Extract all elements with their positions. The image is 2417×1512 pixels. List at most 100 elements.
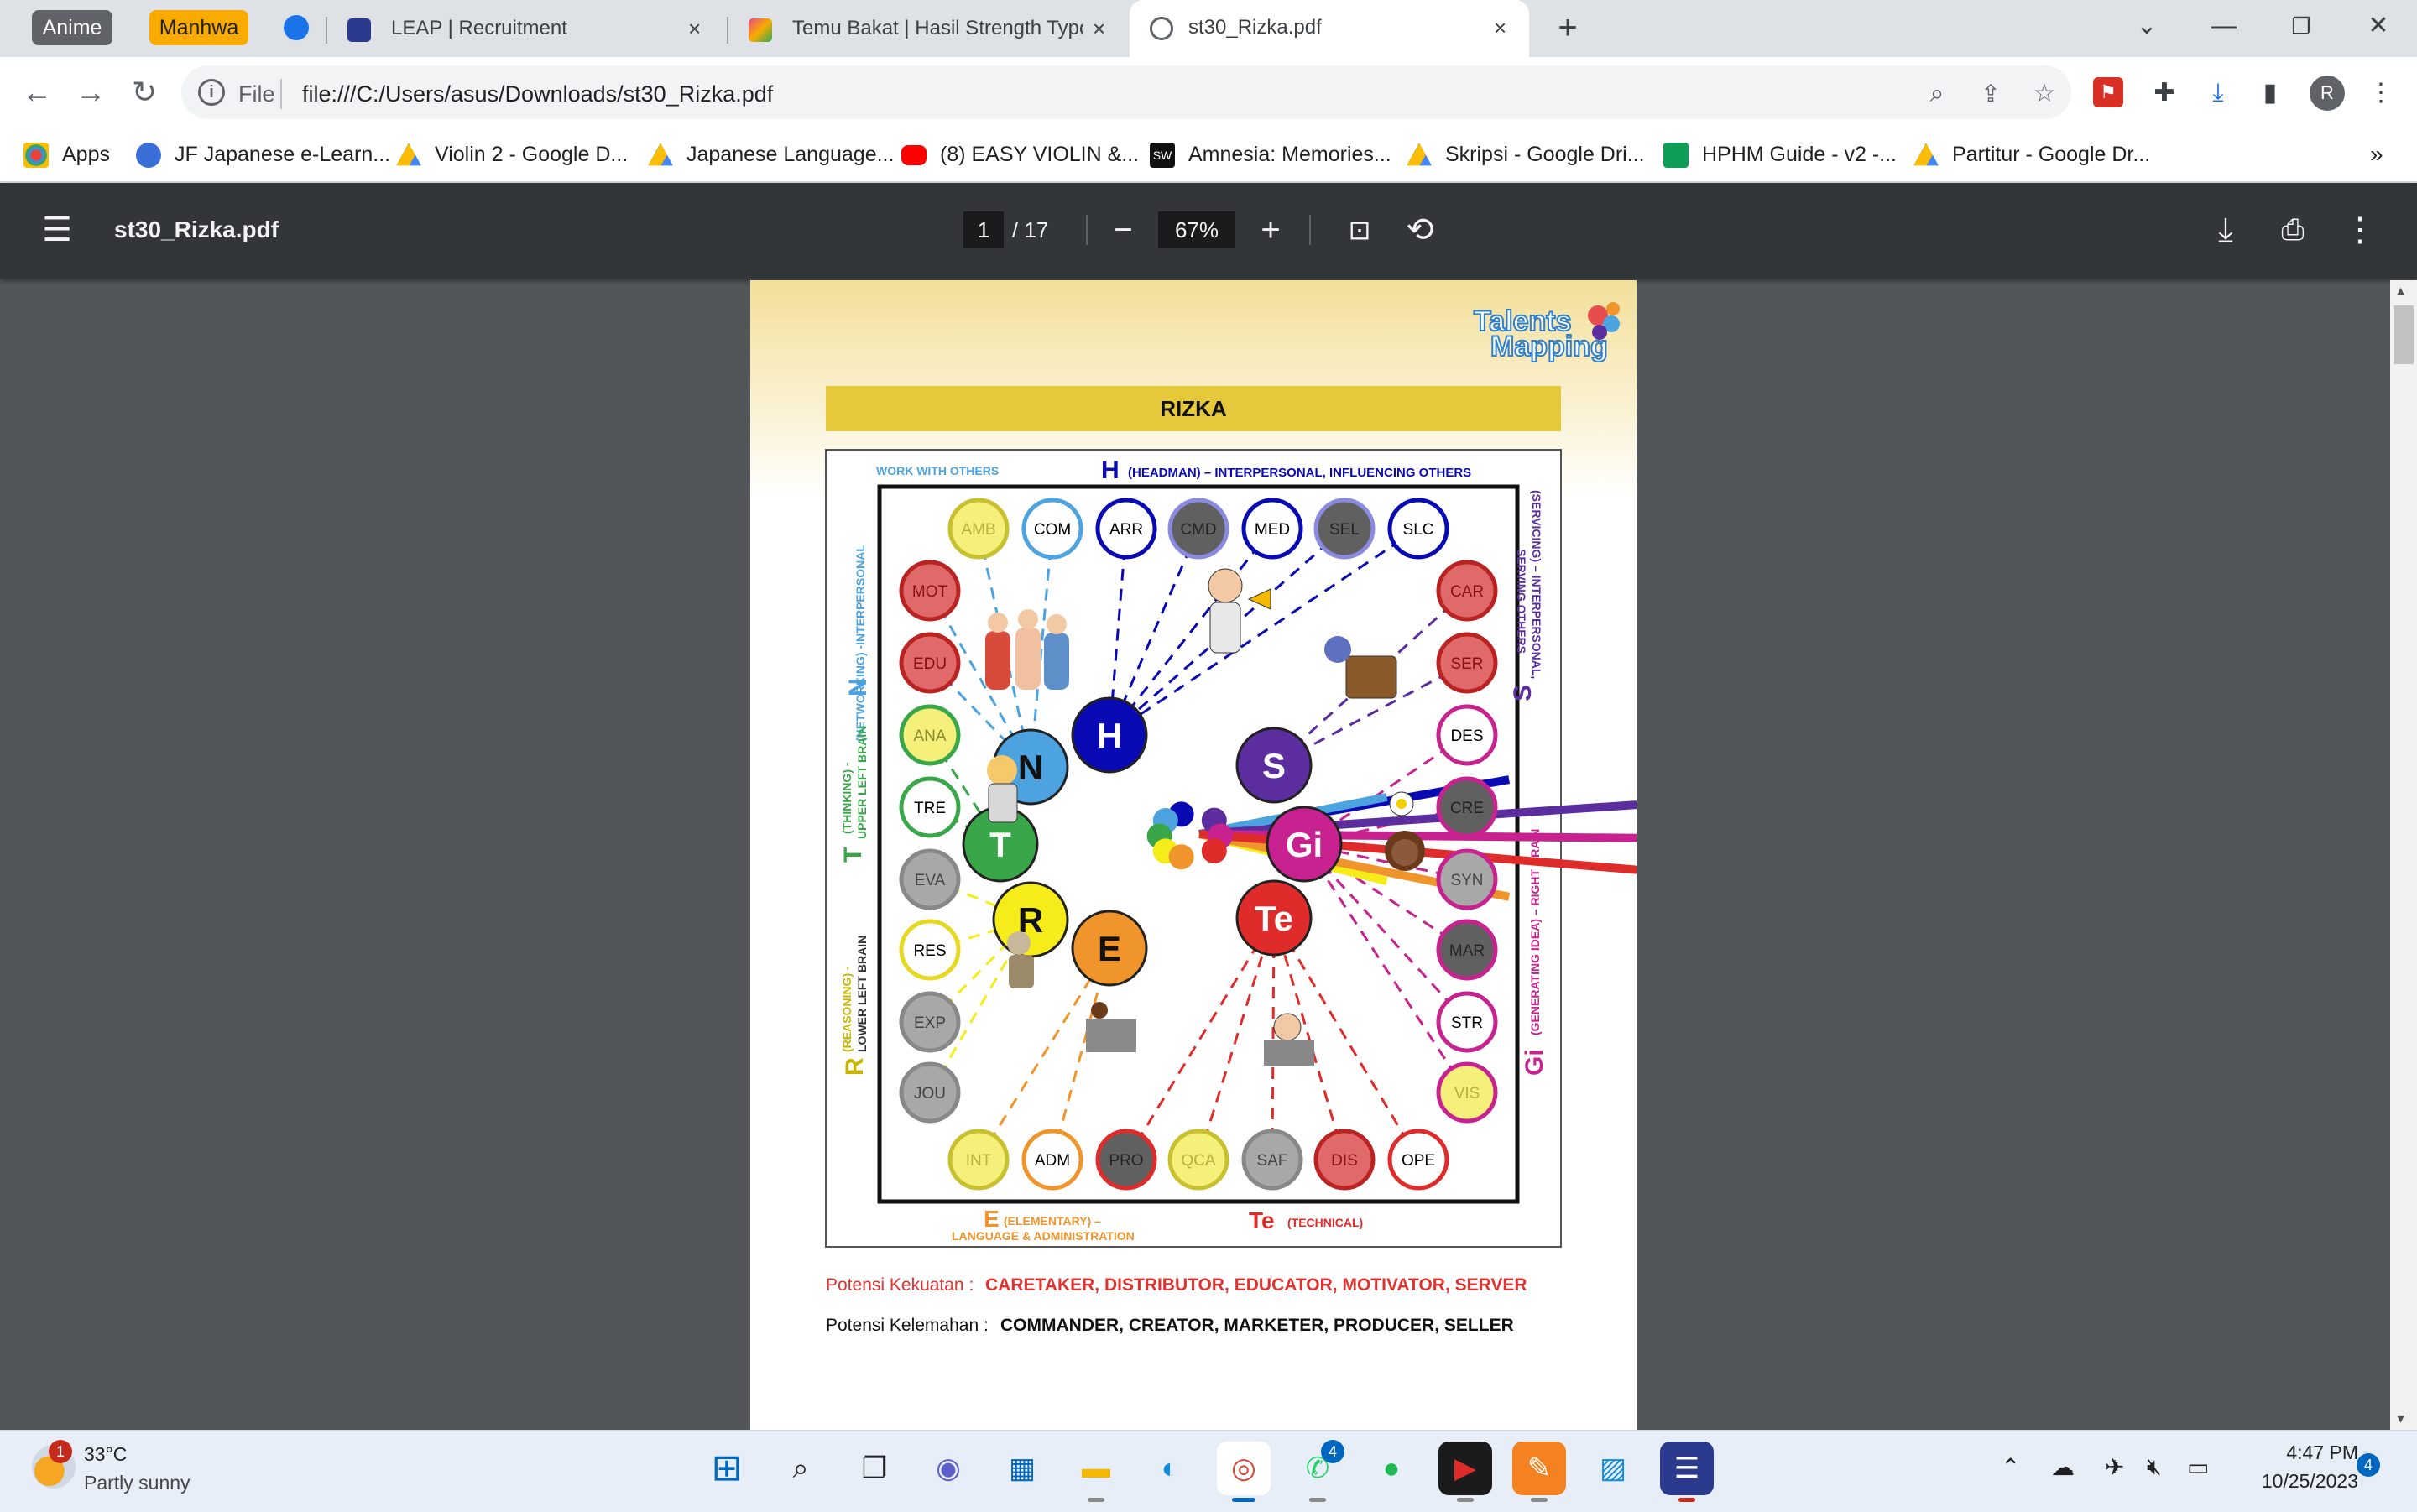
file-explorer-icon[interactable]: ▬ — [1069, 1442, 1123, 1502]
scroll-up-arrow[interactable]: ▴ — [2397, 282, 2404, 300]
download-icon[interactable]: ⤓ — [2199, 74, 2237, 112]
zoom-input[interactable]: 67% — [1158, 211, 1235, 248]
typology-label: COM — [1034, 521, 1071, 539]
tab-label: LEAP | Recruitment — [391, 17, 567, 39]
onedrive-cloud-icon[interactable]: ☁ — [2051, 1453, 2075, 1481]
tab-close-button[interactable]: × — [1093, 7, 1105, 50]
zoom-in-button[interactable]: + — [1245, 205, 1296, 255]
restore-button[interactable]: ❐ — [2276, 7, 2326, 45]
typology-label: SYN — [1450, 872, 1483, 889]
share-icon[interactable]: ⇪ — [1974, 77, 2007, 111]
app-icon[interactable]: ☰ — [1660, 1442, 1714, 1502]
bookmark-jf[interactable]: JF Japanese e-Learn... — [136, 138, 390, 171]
fit-page-icon[interactable]: ⊡ — [1334, 205, 1385, 255]
bookmark-japanese[interactable]: Japanese Language... — [648, 138, 894, 171]
bookmark-partitur[interactable]: Partitur - Google Dr... — [1913, 138, 2150, 171]
clock-date[interactable]: 10/25/2023 — [2224, 1470, 2358, 1493]
label-work-with-others: WORK WITH OTHERS — [876, 464, 999, 477]
windows-start-icon[interactable]: ⊞ — [700, 1442, 754, 1495]
microsoft-store-icon[interactable]: ▦ — [995, 1442, 1049, 1495]
scroll-down-arrow[interactable]: ▾ — [2397, 1410, 2404, 1427]
bookmark-apps[interactable]: Apps — [23, 138, 110, 171]
tab-active-pdf[interactable]: st30_Rizka.pdf × — [1130, 0, 1529, 57]
edge-icon[interactable]: ◐ — [1143, 1442, 1197, 1495]
pdf-more-icon[interactable]: ⋮ — [2335, 205, 2385, 255]
bookmark-violin[interactable]: Violin 2 - Google D... — [396, 138, 628, 171]
side-panel-icon[interactable]: ▮ — [2251, 74, 2289, 112]
battery-icon[interactable]: ▭ — [2187, 1453, 2209, 1481]
illustration-group-people — [985, 609, 1069, 690]
menu-kebab-icon[interactable]: ⋮ — [2362, 74, 2400, 112]
page-number-input[interactable]: 1 — [963, 211, 1004, 248]
task-view-icon[interactable]: ❐ — [848, 1442, 901, 1495]
pdf-download-icon[interactable]: ⤓ — [2200, 205, 2251, 255]
airplane-mode-icon[interactable]: ✈ — [2105, 1453, 2124, 1481]
tab-temubakat[interactable]: Temu Bakat | Hasil Strength Typo × — [730, 7, 1125, 57]
spotify-icon[interactable]: ● — [1365, 1442, 1418, 1495]
info-icon[interactable]: i — [198, 79, 225, 106]
tab-leap[interactable]: LEAP | Recruitment × — [329, 7, 723, 57]
teams-chat-icon[interactable]: ◉ — [921, 1442, 975, 1495]
typology-label: STR — [1451, 1014, 1483, 1032]
tab-group-anime[interactable]: Anime — [32, 10, 112, 45]
print-icon[interactable]: ⎙ — [2268, 205, 2318, 255]
volume-muted-icon[interactable]: 🔇︎ — [2147, 1453, 2162, 1481]
hub-label: T — [989, 825, 1011, 864]
label-s-text2: SERVING OTHERS — [1515, 549, 1528, 654]
label-t-text1: (THINKING) - — [840, 762, 854, 834]
hub-hexagon — [1168, 844, 1194, 870]
bookmark-hphm[interactable]: HPHM Guide - v2 -... — [1663, 138, 1897, 171]
weather-temp[interactable]: 33°C — [84, 1443, 127, 1466]
bookmark-easy-violin[interactable]: (8) EASY VIOLIN &... — [901, 138, 1139, 171]
tab-group-manhwa[interactable]: Manhwa — [149, 10, 248, 45]
extension-icon[interactable]: ⚑ — [2093, 77, 2123, 107]
typology-label: MOT — [912, 583, 948, 601]
tab-close-button[interactable]: × — [1494, 0, 1506, 55]
tab-group-blue-dot[interactable] — [284, 15, 309, 40]
pdf-sidebar-menu-icon[interactable]: ☰ — [32, 205, 82, 255]
search-icon[interactable]: ⌕ — [774, 1442, 827, 1495]
chrome-icon[interactable]: ◎ — [1217, 1442, 1271, 1502]
pdf-reader-icon[interactable]: ✎ — [1512, 1442, 1566, 1502]
profile-avatar[interactable]: R — [2310, 76, 2345, 111]
label-e-text2: LANGUAGE & ADMINISTRATION — [952, 1229, 1135, 1243]
tab-separator — [727, 17, 728, 44]
new-tab-button[interactable]: + — [1551, 8, 1584, 47]
photos-icon[interactable]: ▨ — [1586, 1442, 1640, 1495]
bookmark-amnesia[interactable]: SW Amnesia: Memories... — [1150, 138, 1391, 171]
typology-label: TRE — [914, 800, 946, 817]
typology-label: DES — [1450, 727, 1483, 745]
scrollbar-thumb[interactable] — [2394, 305, 2414, 364]
forward-button[interactable]: → — [69, 70, 112, 114]
bookmark-star-icon[interactable]: ☆ — [2028, 77, 2061, 111]
scrollbar[interactable]: ▴ ▾ — [2390, 280, 2417, 1430]
media-player-icon[interactable]: ▶ — [1438, 1442, 1492, 1502]
label-h-text: (HEADMAN) – INTERPERSONAL, INFLUENCING O… — [1128, 466, 1471, 480]
talents-mapping-logo: Talents Mapping — [1473, 302, 1620, 363]
tab-close-button[interactable]: × — [688, 7, 701, 50]
minimize-button[interactable]: — — [2199, 7, 2249, 45]
typology-label: ANA — [913, 727, 946, 745]
clock-time[interactable]: 4:47 PM — [2266, 1442, 2358, 1464]
sw-icon: SW — [1150, 143, 1175, 169]
close-window-button[interactable]: ✕ — [2353, 7, 2404, 45]
extensions-puzzle-icon[interactable]: ✚ — [2145, 74, 2184, 112]
hub-label: H — [1097, 716, 1122, 755]
typology-label: VIS — [1454, 1085, 1480, 1103]
show-hidden-icons-chevron-icon[interactable]: ⌃ — [2001, 1453, 2020, 1481]
typology-label: EVA — [915, 872, 946, 889]
reload-button[interactable]: ↻ — [123, 70, 166, 114]
zoom-out-button[interactable]: − — [1098, 205, 1148, 255]
back-button[interactable]: ← — [15, 70, 59, 114]
rotate-icon[interactable]: ⟲ — [1395, 205, 1445, 255]
notification-count-badge[interactable]: 4 — [2357, 1453, 2380, 1477]
typology-label: PRO — [1109, 1152, 1143, 1170]
weather-desc[interactable]: Partly sunny — [84, 1472, 191, 1494]
apps-grid-icon — [23, 143, 49, 169]
bookmark-skripsi[interactable]: Skripsi - Google Dri... — [1407, 138, 1645, 171]
bookmarks-overflow-button[interactable]: » — [2370, 138, 2383, 171]
zoom-icon[interactable]: ⌕ — [1920, 77, 1954, 111]
tab-search-chevron-icon[interactable]: ⌄ — [2122, 7, 2172, 45]
label-t-text2: UPPER LEFT BRAIN — [855, 726, 869, 839]
url-text[interactable]: file:///C:/Users/asus/Downloads/st30_Riz… — [302, 77, 773, 111]
